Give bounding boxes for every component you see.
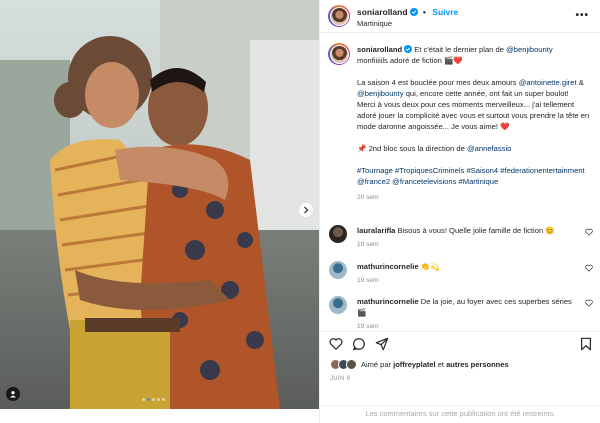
carousel-dot bbox=[157, 398, 160, 401]
caption-author-avatar[interactable] bbox=[328, 43, 350, 65]
like-comment-heart-icon[interactable] bbox=[585, 228, 593, 236]
liked-by-others-link[interactable]: autres personnes bbox=[446, 360, 509, 369]
carousel-dot bbox=[152, 398, 155, 401]
comment-item: lauralarifla Bisous à vous! Quelle jolie… bbox=[357, 225, 583, 250]
carousel-dot bbox=[162, 398, 165, 401]
separator-dot: • bbox=[422, 7, 426, 17]
commenter-avatar[interactable] bbox=[329, 296, 347, 314]
comment-time: 19 sem bbox=[357, 277, 379, 284]
post-actions: Aimé par joffreyplatel et autres personn… bbox=[320, 331, 600, 423]
author-avatar[interactable] bbox=[328, 5, 350, 27]
like-comment-heart-icon[interactable] bbox=[585, 299, 593, 307]
comment-username[interactable]: lauralarifla bbox=[357, 226, 395, 235]
liked-by-prefix: Aimé par bbox=[361, 360, 392, 369]
comment-item: mathurincornelie De la joie, au foyer av… bbox=[357, 296, 583, 330]
comment-text: 👏💫 bbox=[420, 262, 440, 271]
mention-link[interactable]: @benjibounty bbox=[506, 45, 553, 54]
post-side-panel: soniarolland • Suivre Martinique ••• son… bbox=[319, 0, 600, 423]
author-line: soniarolland • Suivre bbox=[357, 7, 458, 17]
mention-link[interactable]: @benjibounty bbox=[357, 89, 404, 98]
share-icon[interactable] bbox=[375, 337, 389, 351]
author-username[interactable]: soniarolland bbox=[357, 7, 408, 17]
comment-username[interactable]: mathurincornelie bbox=[357, 297, 419, 306]
comment-text: Bisous à vous! Quelle jolie famille de f… bbox=[397, 226, 555, 235]
caption-para2-start: La saison 4 est bouclée pour mes deux am… bbox=[357, 78, 517, 87]
liked-by-row: Aimé par joffreyplatel et autres personn… bbox=[330, 359, 509, 370]
caption-para4: 📌 2nd bloc sous la direction de bbox=[357, 144, 465, 153]
mention-link[interactable]: @antoinette.giret bbox=[519, 78, 577, 87]
heart-icon[interactable] bbox=[329, 337, 343, 351]
caption-username[interactable]: soniarolland bbox=[357, 45, 402, 54]
user-icon bbox=[10, 391, 16, 398]
comment-item: mathurincornelie 👏💫 19 sem bbox=[357, 261, 583, 286]
comment-icon[interactable] bbox=[352, 337, 366, 351]
caption-para3: Merci à vous deux pour ces moments merve… bbox=[357, 100, 590, 131]
comment-username[interactable]: mathurincornelie bbox=[357, 262, 419, 271]
caption-and: & bbox=[578, 78, 584, 87]
follow-button[interactable]: Suivre bbox=[432, 7, 458, 17]
tagged-users-button[interactable] bbox=[6, 387, 20, 401]
carousel-indicator bbox=[142, 398, 165, 401]
hashtags[interactable]: #Tournage #TropiquesCriminels #Saison4 #… bbox=[357, 166, 585, 186]
caption-para2-end: qui, encore cette année, ont fait un sup… bbox=[405, 89, 569, 98]
post-header: soniarolland • Suivre Martinique ••• bbox=[320, 0, 600, 33]
bookmark-icon[interactable] bbox=[579, 337, 593, 351]
caption-time: 20 sem bbox=[357, 194, 379, 201]
caption-line1: Et c'était le dernier plan de bbox=[414, 45, 504, 54]
liker-avatar[interactable] bbox=[346, 359, 357, 370]
comment-time: 19 sem bbox=[357, 241, 379, 248]
comment-time: 19 sem bbox=[357, 323, 379, 330]
comments-scroll-area[interactable]: soniarolland Et c'était le dernier plan … bbox=[320, 34, 600, 330]
mention-link[interactable]: @annefassio bbox=[467, 144, 511, 153]
liked-by-user[interactable]: joffreyplatel bbox=[393, 360, 436, 369]
more-options-button[interactable]: ••• bbox=[575, 10, 589, 21]
chevron-right-icon bbox=[304, 206, 309, 214]
like-comment-heart-icon[interactable] bbox=[585, 264, 593, 272]
post-photo[interactable] bbox=[0, 0, 319, 409]
commenter-avatar[interactable] bbox=[329, 225, 347, 243]
commenter-avatar[interactable] bbox=[329, 261, 347, 279]
post-date: JUIN 9 bbox=[330, 376, 351, 382]
verified-badge-icon bbox=[409, 8, 418, 16]
photo-image bbox=[0, 0, 319, 409]
location-link[interactable]: Martinique bbox=[357, 19, 392, 28]
verified-badge-icon bbox=[404, 45, 413, 53]
carousel-dot bbox=[142, 398, 145, 401]
comments-restricted-notice: Les commentaires sur cette publication o… bbox=[320, 405, 600, 418]
post-caption: soniarolland Et c'était le dernier plan … bbox=[357, 44, 591, 203]
instagram-post: soniarolland • Suivre Martinique ••• son… bbox=[0, 0, 600, 423]
next-slide-button[interactable] bbox=[299, 203, 313, 217]
carousel-dot-active bbox=[147, 398, 150, 401]
liked-by-and: et bbox=[437, 360, 444, 369]
caption-line2: monfiiiiils adoré de fiction 🎬❤️ bbox=[357, 56, 463, 65]
